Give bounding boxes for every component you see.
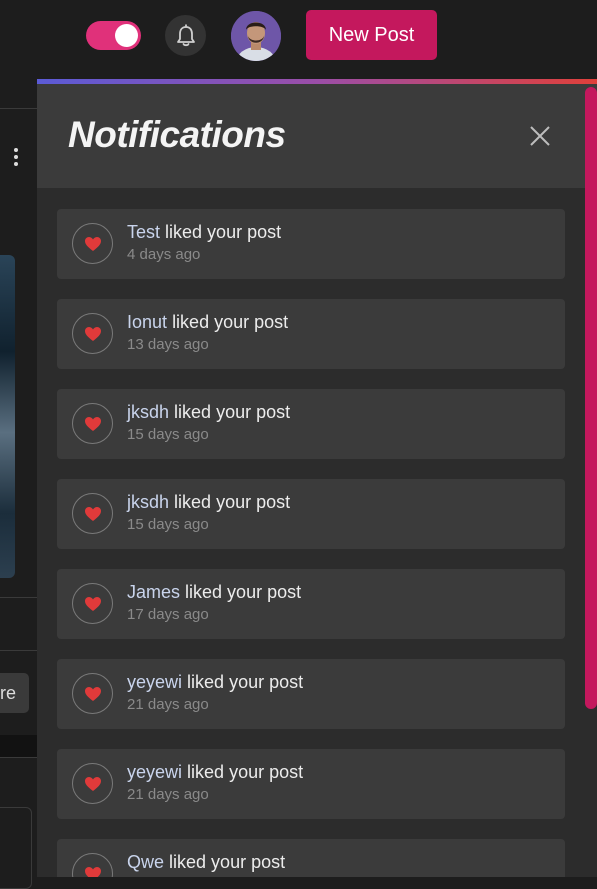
bell-icon bbox=[176, 23, 195, 46]
notification-item[interactable]: yeyewi liked your post 21 days ago bbox=[57, 749, 565, 819]
heart-badge bbox=[72, 673, 113, 714]
heart-badge bbox=[72, 853, 113, 877]
divider bbox=[0, 108, 37, 109]
notification-time: 13 days ago bbox=[127, 336, 209, 353]
notification-user[interactable]: Qwe bbox=[127, 852, 164, 872]
heart-badge bbox=[72, 583, 113, 624]
notification-time: 15 days ago bbox=[127, 426, 209, 443]
heart-icon bbox=[84, 236, 101, 251]
heart-icon bbox=[84, 686, 101, 701]
notification-action: liked your post bbox=[187, 672, 304, 692]
notification-action: liked your post bbox=[174, 492, 291, 512]
heart-icon bbox=[84, 866, 101, 877]
heart-badge bbox=[72, 493, 113, 534]
notification-time: 17 days ago bbox=[127, 606, 209, 623]
divider bbox=[0, 597, 37, 598]
notification-list: Test liked your post 4 days ago Ionut li… bbox=[57, 209, 565, 877]
heart-icon bbox=[84, 776, 101, 791]
notification-action: liked your post bbox=[165, 222, 282, 242]
notification-user[interactable]: yeyewi bbox=[127, 762, 182, 782]
scrollbar[interactable] bbox=[585, 87, 597, 709]
heart-badge bbox=[72, 403, 113, 444]
toggle-knob bbox=[115, 24, 138, 47]
close-button[interactable] bbox=[525, 121, 555, 151]
top-bar: New Post bbox=[0, 0, 597, 76]
divider bbox=[0, 757, 37, 758]
notification-user[interactable]: jksdh bbox=[127, 402, 169, 422]
heart-icon bbox=[84, 326, 101, 341]
user-avatar[interactable] bbox=[231, 11, 281, 61]
notifications-bell-button[interactable] bbox=[165, 15, 206, 56]
notification-action: liked your post bbox=[174, 402, 291, 422]
heart-badge bbox=[72, 763, 113, 804]
notification-time: 21 days ago bbox=[127, 786, 209, 803]
notification-item[interactable]: yeyewi liked your post 21 days ago bbox=[57, 659, 565, 729]
heart-badge bbox=[72, 223, 113, 264]
notification-user[interactable]: Ionut bbox=[127, 312, 167, 332]
notification-time: 4 days ago bbox=[127, 246, 201, 263]
theme-toggle[interactable] bbox=[86, 21, 141, 50]
divider bbox=[0, 650, 37, 651]
notification-action: liked your post bbox=[169, 852, 286, 872]
heart-badge bbox=[72, 313, 113, 354]
notification-time: 15 days ago bbox=[127, 516, 209, 533]
notification-item[interactable]: jksdh liked your post 15 days ago bbox=[57, 479, 565, 549]
heart-icon bbox=[84, 416, 101, 431]
notification-action: liked your post bbox=[187, 762, 304, 782]
heart-icon bbox=[84, 596, 101, 611]
notification-time: 21 days ago bbox=[127, 696, 209, 713]
notification-user[interactable]: jksdh bbox=[127, 492, 169, 512]
panel-title: Notifications bbox=[68, 114, 286, 155]
notification-item[interactable]: James liked your post 17 days ago bbox=[57, 569, 565, 639]
more-button[interactable]: re bbox=[0, 673, 29, 713]
post-image bbox=[0, 255, 15, 578]
panel-header: Notifications bbox=[37, 84, 597, 188]
notification-user[interactable]: yeyewi bbox=[127, 672, 182, 692]
notification-item[interactable]: Qwe liked your post bbox=[57, 839, 565, 877]
more-button-label: re bbox=[0, 682, 17, 703]
notification-action: liked your post bbox=[172, 312, 289, 332]
new-post-button[interactable]: New Post bbox=[306, 10, 437, 60]
close-icon bbox=[530, 126, 550, 146]
kebab-menu-icon[interactable] bbox=[14, 148, 19, 168]
notification-item[interactable]: Ionut liked your post 13 days ago bbox=[57, 299, 565, 369]
avatar-image bbox=[231, 11, 281, 61]
heart-icon bbox=[84, 506, 101, 521]
notification-action: liked your post bbox=[185, 582, 302, 602]
notification-item[interactable]: jksdh liked your post 15 days ago bbox=[57, 389, 565, 459]
notification-item[interactable]: Test liked your post 4 days ago bbox=[57, 209, 565, 279]
notification-user[interactable]: James bbox=[127, 582, 180, 602]
background-band bbox=[0, 735, 37, 757]
notification-user[interactable]: Test bbox=[127, 222, 160, 242]
notifications-panel: Notifications Test liked your post 4 day… bbox=[37, 79, 597, 877]
